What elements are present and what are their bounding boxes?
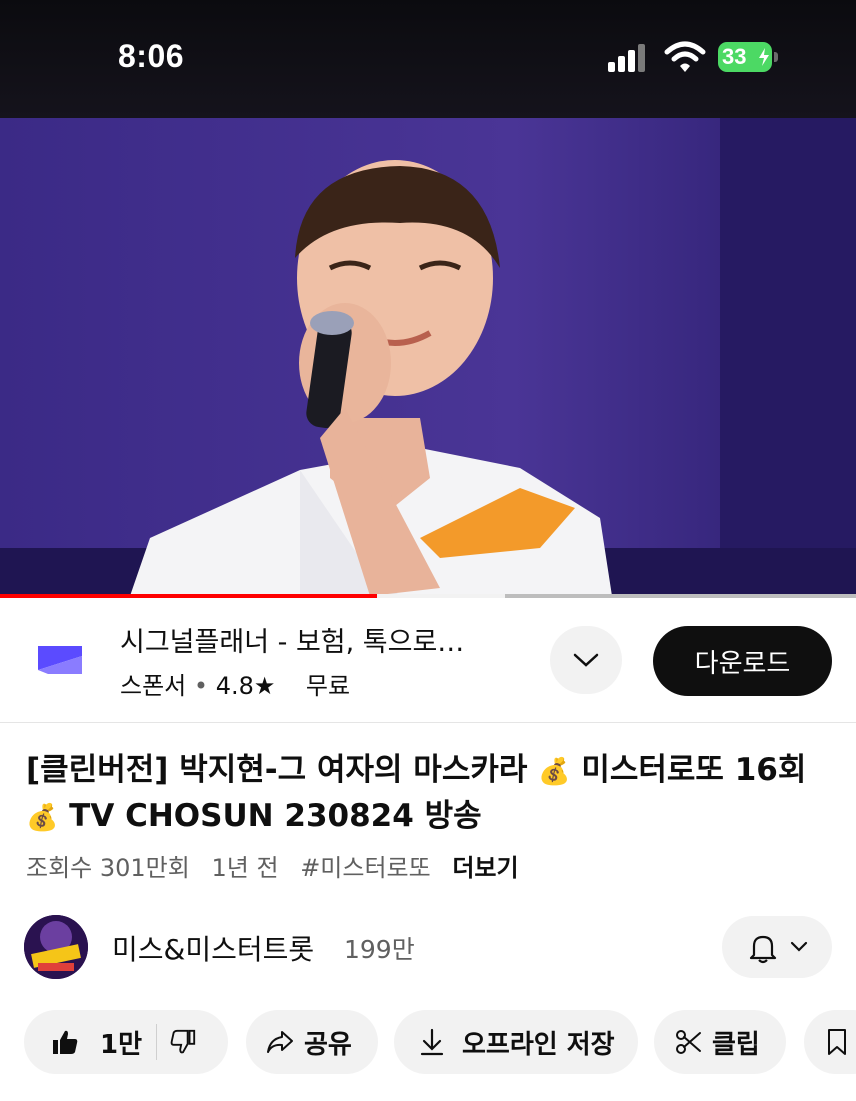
wifi-icon: [664, 40, 706, 74]
action-bar: 1만 공유 오프라인 저장 클립: [0, 1010, 856, 1076]
download-button[interactable]: 다운로드: [653, 626, 832, 696]
app-logo-icon: [32, 632, 88, 688]
status-time: 8:06: [118, 38, 185, 74]
clip-button[interactable]: 클립: [654, 1010, 786, 1074]
video-frame: [0, 118, 856, 596]
bookmark-icon: [828, 1029, 846, 1055]
view-count: 조회수 301만회: [26, 854, 190, 882]
like-dislike-group: 1만: [24, 1010, 228, 1074]
like-count[interactable]: 1만: [100, 1024, 142, 1061]
battery-level: 33: [722, 44, 747, 69]
signal-icon: [608, 44, 648, 72]
ad-meta: 스폰서 • 4.8★ 무료: [120, 672, 351, 700]
status-bar: 8:06 33: [0, 0, 856, 118]
share-button[interactable]: 공유: [246, 1010, 378, 1074]
channel-name[interactable]: 미스&미스터트롯: [112, 928, 314, 968]
video-player[interactable]: [0, 118, 856, 596]
video-title-part: [클린버전] 박지현-그 여자의 마스카라: [26, 752, 539, 788]
divider: [156, 1024, 158, 1060]
bell-icon: [749, 935, 777, 964]
chevron-down-icon: [790, 941, 808, 952]
thumbs-down-icon[interactable]: [169, 1028, 197, 1056]
sponsor-label: 스폰서: [120, 672, 187, 700]
thumbs-up-icon[interactable]: [50, 1027, 80, 1057]
ad-title[interactable]: 시그널플래너 - 보험, 톡으로…: [120, 620, 464, 659]
chevron-down-icon: [573, 653, 599, 667]
clip-label: 클립: [712, 1029, 760, 1060]
scissors-icon: [676, 1030, 701, 1054]
sponsored-ad-card[interactable]: 시그널플래너 - 보험, 톡으로… 스폰서 • 4.8★ 무료 다운로드: [0, 598, 856, 723]
share-icon: [267, 1031, 293, 1053]
notification-button[interactable]: [722, 916, 832, 978]
hashtag-link[interactable]: #미스터로또: [300, 854, 431, 882]
channel-avatar[interactable]: [24, 915, 88, 979]
more-button[interactable]: 더보기: [452, 854, 518, 882]
upload-age: 1년 전: [211, 854, 279, 882]
subscriber-count: 199만: [344, 935, 415, 964]
money-bag-icon: 💰: [538, 757, 571, 787]
video-title-part: 미스터로또 16회: [570, 752, 807, 788]
video-meta[interactable]: 조회수 301만회 1년 전 #미스터로또 더보기: [26, 848, 533, 883]
battery-charging-icon: 33: [718, 42, 780, 72]
video-title[interactable]: [클린버전] 박지현-그 여자의 마스카라 💰 미스터로또 16회💰 TV CH…: [26, 748, 838, 840]
ad-price: 무료: [305, 672, 351, 700]
video-title-part: TV CHOSUN 230824 방송: [58, 798, 482, 834]
channel-row[interactable]: 미스&미스터트롯 199만: [0, 914, 856, 980]
save-offline-label: 오프라인 저장: [462, 1029, 615, 1060]
save-offline-button[interactable]: 오프라인 저장: [394, 1010, 638, 1074]
save-to-playlist-button[interactable]: [804, 1010, 856, 1074]
share-label: 공유: [304, 1029, 352, 1060]
download-icon: [420, 1028, 444, 1056]
ad-expand-button[interactable]: [550, 626, 622, 694]
ad-rating: 4.8★: [215, 672, 276, 700]
money-bag-icon: 💰: [26, 803, 59, 833]
